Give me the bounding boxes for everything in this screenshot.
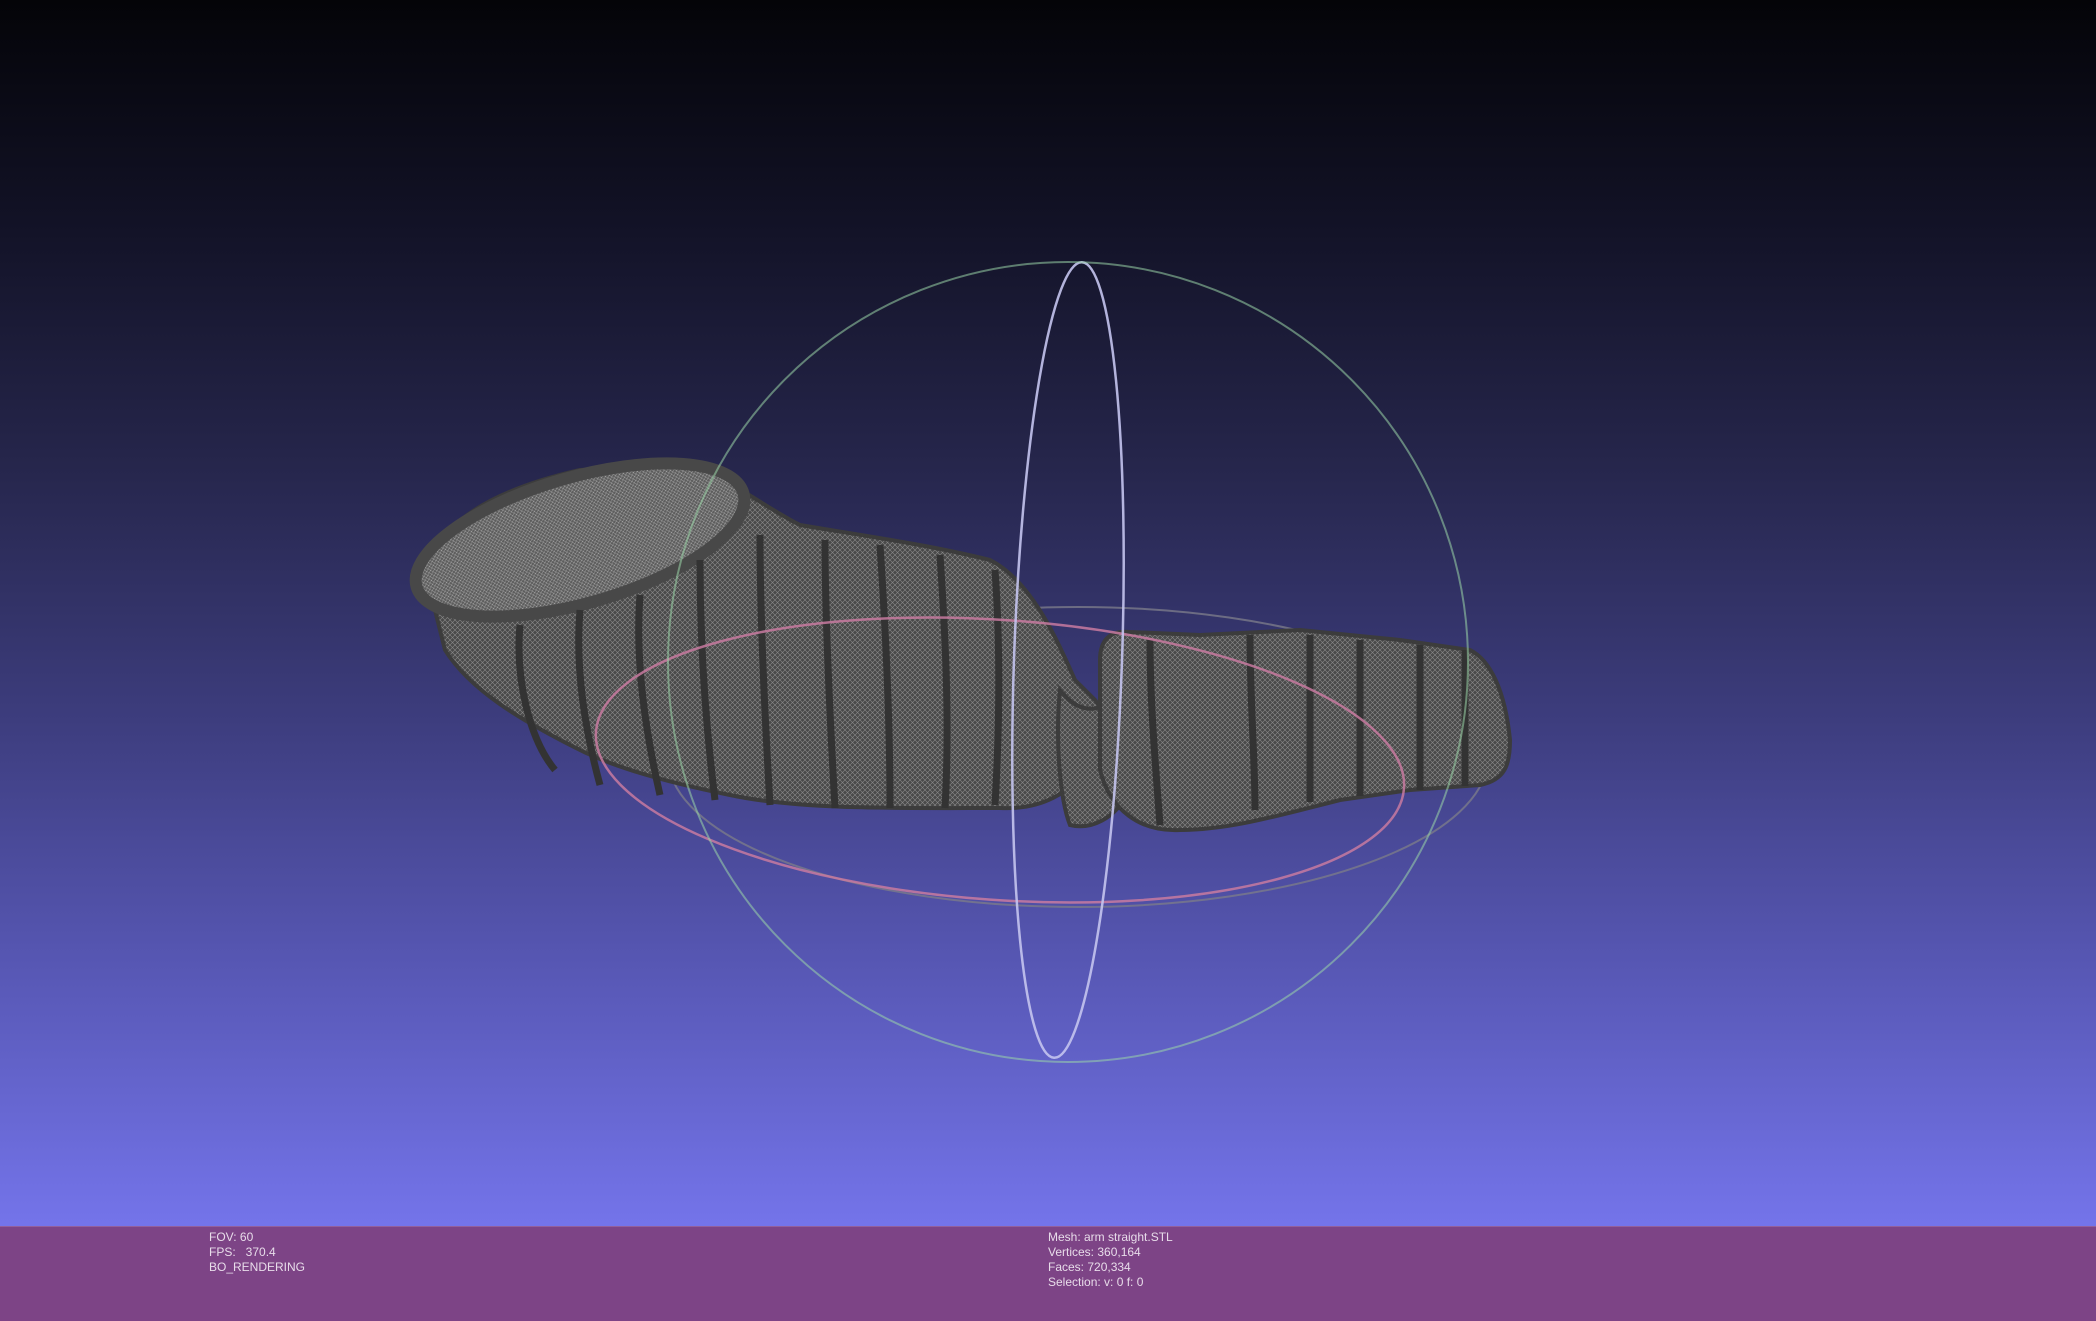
mesh-info: Mesh: arm straight.STL Vertices: 360,164… bbox=[1048, 1230, 1173, 1290]
3d-viewport[interactable] bbox=[0, 0, 2096, 1226]
render-info: FOV: 60 FPS: 370.4 BO_RENDERING bbox=[209, 1230, 305, 1275]
fov-readout: FOV: 60 bbox=[209, 1230, 254, 1244]
info-bar: FOV: 60 FPS: 370.4 BO_RENDERING Mesh: ar… bbox=[0, 1226, 2096, 1321]
fps-readout: FPS: 370.4 bbox=[209, 1245, 276, 1259]
vertices-readout: Vertices: 360,164 bbox=[1048, 1245, 1141, 1259]
mesh-name-readout: Mesh: arm straight.STL bbox=[1048, 1230, 1173, 1244]
selection-readout: Selection: v: 0 f: 0 bbox=[1048, 1275, 1144, 1289]
render-mode-readout: BO_RENDERING bbox=[209, 1260, 306, 1274]
faces-readout: Faces: 720,334 bbox=[1048, 1260, 1131, 1274]
mesh-model[interactable] bbox=[399, 433, 1513, 833]
scene-canvas[interactable] bbox=[0, 0, 2096, 1226]
